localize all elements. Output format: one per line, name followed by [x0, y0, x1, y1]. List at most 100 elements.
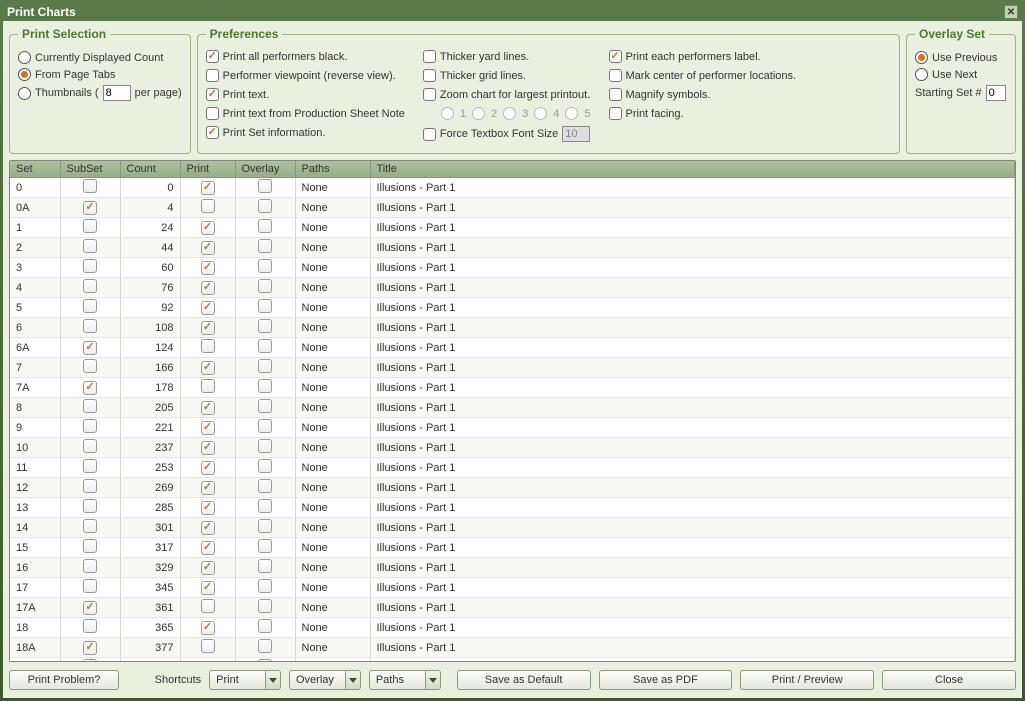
print-checkbox[interactable]	[201, 401, 215, 415]
overlay-checkbox[interactable]	[258, 439, 272, 453]
radio-zoom-5[interactable]	[565, 107, 578, 120]
radio-currently-displayed[interactable]	[18, 51, 31, 64]
print-checkbox[interactable]	[201, 501, 215, 515]
close-icon[interactable]: ✕	[1004, 5, 1018, 19]
subset-checkbox[interactable]	[83, 319, 97, 333]
subset-checkbox[interactable]	[83, 579, 97, 593]
print-checkbox[interactable]	[201, 199, 215, 213]
subset-checkbox[interactable]	[83, 399, 97, 413]
print-checkbox[interactable]	[201, 379, 215, 393]
table-row[interactable]: 18365NoneIllusions - Part 1	[10, 618, 1015, 638]
subset-checkbox[interactable]	[83, 459, 97, 473]
overlay-checkbox[interactable]	[258, 399, 272, 413]
subset-checkbox[interactable]	[83, 279, 97, 293]
table-row[interactable]: 18A377NoneIllusions - Part 1	[10, 638, 1015, 658]
overlay-checkbox[interactable]	[258, 639, 272, 653]
check-print-performers-black[interactable]	[206, 50, 219, 63]
radio-use-previous[interactable]	[915, 51, 928, 64]
table-row[interactable]: 17345NoneIllusions - Part 1	[10, 578, 1015, 598]
overlay-checkbox[interactable]	[258, 539, 272, 553]
overlay-checkbox[interactable]	[258, 519, 272, 533]
print-checkbox[interactable]	[201, 581, 215, 595]
print-checkbox[interactable]	[201, 339, 215, 353]
th-subset[interactable]: SubSet	[60, 161, 120, 178]
radio-zoom-2[interactable]	[472, 107, 485, 120]
radio-use-next[interactable]	[915, 68, 928, 81]
shortcut-paths-combo[interactable]: Paths	[369, 670, 441, 690]
subset-checkbox[interactable]	[83, 179, 97, 193]
table-row[interactable]: 6108NoneIllusions - Part 1	[10, 318, 1015, 338]
print-checkbox[interactable]	[201, 441, 215, 455]
table-row[interactable]: 6A124NoneIllusions - Part 1	[10, 338, 1015, 358]
subset-checkbox[interactable]	[83, 479, 97, 493]
table-row[interactable]: 10237NoneIllusions - Part 1	[10, 438, 1015, 458]
subset-checkbox[interactable]	[83, 439, 97, 453]
th-paths[interactable]: Paths	[295, 161, 370, 178]
subset-checkbox[interactable]	[83, 499, 97, 513]
check-performer-viewpoint[interactable]	[206, 69, 219, 82]
subset-checkbox[interactable]	[83, 341, 97, 355]
overlay-checkbox[interactable]	[258, 199, 272, 213]
subset-checkbox[interactable]	[83, 601, 97, 615]
th-overlay[interactable]: Overlay	[235, 161, 295, 178]
table-row[interactable]: 7A178NoneIllusions - Part 1	[10, 378, 1015, 398]
overlay-checkbox[interactable]	[258, 359, 272, 373]
overlay-checkbox[interactable]	[258, 299, 272, 313]
print-checkbox[interactable]	[201, 639, 215, 653]
subset-checkbox[interactable]	[83, 359, 97, 373]
overlay-checkbox[interactable]	[258, 219, 272, 233]
th-title[interactable]: Title	[370, 161, 1015, 178]
table-row[interactable]: 244NoneIllusions - Part 1	[10, 238, 1015, 258]
overlay-checkbox[interactable]	[258, 599, 272, 613]
chevron-down-icon[interactable]	[265, 671, 280, 689]
subset-checkbox[interactable]	[83, 659, 97, 662]
print-checkbox[interactable]	[201, 361, 215, 375]
overlay-checkbox[interactable]	[258, 179, 272, 193]
check-print-prod-sheet-note[interactable]	[206, 107, 219, 120]
chevron-down-icon[interactable]	[345, 671, 360, 689]
overlay-checkbox[interactable]	[258, 319, 272, 333]
overlay-checkbox[interactable]	[258, 659, 272, 662]
chevron-down-icon[interactable]	[425, 671, 440, 689]
check-print-text[interactable]	[206, 88, 219, 101]
table-row[interactable]: 13285NoneIllusions - Part 1	[10, 498, 1015, 518]
print-problem-button[interactable]: Print Problem?	[9, 670, 119, 690]
subset-checkbox[interactable]	[83, 299, 97, 313]
overlay-checkbox[interactable]	[258, 259, 272, 273]
th-print[interactable]: Print	[180, 161, 235, 178]
print-checkbox[interactable]	[201, 521, 215, 535]
subset-checkbox[interactable]	[83, 239, 97, 253]
table-row[interactable]: 8205NoneIllusions - Part 1	[10, 398, 1015, 418]
check-magnify-symbols[interactable]	[609, 88, 622, 101]
table-row[interactable]: 00NoneIllusions - Part 1	[10, 178, 1015, 198]
print-checkbox[interactable]	[201, 261, 215, 275]
check-thicker-yard[interactable]	[423, 50, 436, 63]
print-checkbox[interactable]	[201, 181, 215, 195]
print-checkbox[interactable]	[201, 461, 215, 475]
table-row[interactable]: 12269NoneIllusions - Part 1	[10, 478, 1015, 498]
print-checkbox[interactable]	[201, 661, 215, 663]
table-row[interactable]: 15317NoneIllusions - Part 1	[10, 538, 1015, 558]
check-zoom-chart[interactable]	[423, 88, 436, 101]
table-row[interactable]: 476NoneIllusions - Part 1	[10, 278, 1015, 298]
check-force-font-size[interactable]	[423, 128, 436, 141]
overlay-checkbox[interactable]	[258, 579, 272, 593]
subset-checkbox[interactable]	[83, 519, 97, 533]
overlay-checkbox[interactable]	[258, 479, 272, 493]
table-row[interactable]: 360NoneIllusions - Part 1	[10, 258, 1015, 278]
save-as-pdf-button[interactable]: Save as PDF	[599, 670, 733, 690]
overlay-checkbox[interactable]	[258, 279, 272, 293]
print-checkbox[interactable]	[201, 221, 215, 235]
overlay-checkbox[interactable]	[258, 459, 272, 473]
thumbnails-per-page-input[interactable]	[103, 85, 131, 101]
radio-zoom-3[interactable]	[503, 107, 516, 120]
table-row[interactable]: 19390NoneIllusions - Part 1	[10, 658, 1015, 663]
radio-from-page-tabs[interactable]	[18, 68, 31, 81]
overlay-checkbox[interactable]	[258, 619, 272, 633]
overlay-checkbox[interactable]	[258, 339, 272, 353]
print-checkbox[interactable]	[201, 281, 215, 295]
subset-checkbox[interactable]	[83, 641, 97, 655]
print-checkbox[interactable]	[201, 301, 215, 315]
table-row[interactable]: 9221NoneIllusions - Part 1	[10, 418, 1015, 438]
subset-checkbox[interactable]	[83, 219, 97, 233]
